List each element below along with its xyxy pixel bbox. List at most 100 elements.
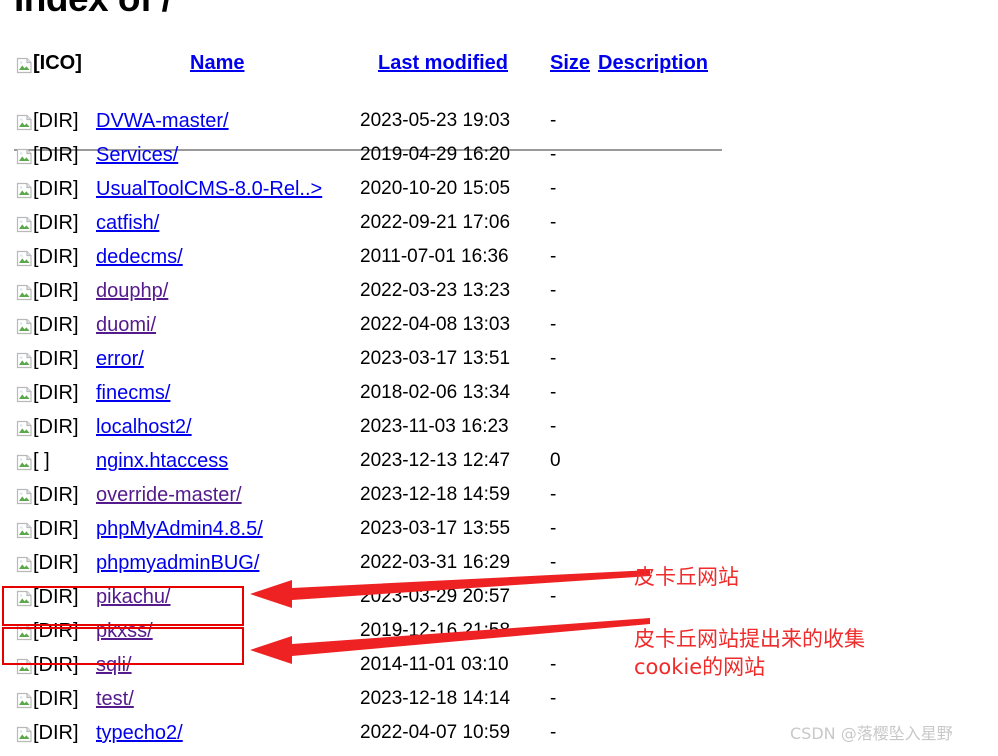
watermark: CSDN @落樱坠入星野 <box>790 724 953 743</box>
table-row: [DIR] dedecms/2011-07-01 16:36 - <box>0 246 998 280</box>
broken-image-icon <box>16 114 33 131</box>
broken-image-icon <box>16 284 33 301</box>
table-row: [DIR] DVWA-master/2023-05-23 19:03 - <box>0 110 998 144</box>
broken-image-icon <box>16 216 33 233</box>
directory-link[interactable]: UsualToolCMS-8.0-Rel..> <box>96 178 322 200</box>
broken-image-icon <box>16 420 33 437</box>
directory-link[interactable]: typecho2/ <box>96 722 183 744</box>
row-size: - <box>550 212 557 233</box>
row-name-cell: sqli/ <box>96 654 132 677</box>
row-last-modified: 2020-10-20 15:05 <box>360 178 511 199</box>
directory-link[interactable]: override-master/ <box>96 484 242 506</box>
table-row: [ ] nginx.htaccess 2023-12-13 12:47 0 <box>0 450 998 484</box>
directory-listing-table: [ICO] Name Last modified Size Descriptio… <box>0 52 998 744</box>
directory-link[interactable]: Services/ <box>96 144 178 166</box>
row-type-flag: [DIR] <box>33 484 79 506</box>
column-header-description[interactable]: Description <box>598 52 708 75</box>
row-type-flag: [DIR] <box>33 552 79 574</box>
directory-link[interactable]: douphp/ <box>96 280 168 302</box>
row-last-modified: 2023-03-29 20:57 <box>360 586 511 607</box>
row-size: - <box>550 518 557 539</box>
header-icon-label: [ICO] <box>33 52 82 74</box>
row-name-cell: duomi/ <box>96 314 156 337</box>
row-name-cell: dedecms/ <box>96 246 183 269</box>
directory-link[interactable]: pkxss/ <box>96 620 153 642</box>
directory-link[interactable]: phpmyadminBUG/ <box>96 552 259 574</box>
row-type-flag: [DIR] <box>33 586 79 608</box>
row-last-modified: 2023-12-18 14:59 <box>360 484 511 505</box>
directory-link[interactable]: error/ <box>96 348 144 370</box>
row-type-flag: [ ] <box>33 450 50 472</box>
table-row: [DIR] catfish/2022-09-21 17:06 - <box>0 212 998 246</box>
directory-link[interactable]: DVWA-master/ <box>96 110 229 132</box>
column-header-name[interactable]: Name <box>190 52 244 75</box>
directory-link[interactable]: catfish/ <box>96 212 159 234</box>
row-size: - <box>550 144 557 165</box>
row-type-flag: [DIR] <box>33 314 79 336</box>
row-size: - <box>550 688 557 709</box>
row-last-modified: 2023-05-23 19:03 <box>360 110 511 131</box>
row-size: - <box>550 654 557 675</box>
row-name-cell: phpmyadminBUG/ <box>96 552 259 575</box>
row-name-cell: douphp/ <box>96 280 168 303</box>
row-type-flag: [DIR] <box>33 654 79 676</box>
table-row: [DIR] Services/2019-04-29 16:20 - <box>0 144 998 178</box>
row-last-modified: 2011-07-01 16:36 <box>360 246 509 267</box>
directory-link[interactable]: phpMyAdmin4.8.5/ <box>96 518 263 540</box>
row-name-cell: typecho2/ <box>96 722 183 745</box>
directory-link[interactable]: sqli/ <box>96 654 132 676</box>
row-size: - <box>550 586 557 607</box>
row-size: - <box>550 552 557 573</box>
page-title: Index of / <box>14 0 172 20</box>
table-row: [DIR] override-master/2023-12-18 14:59 - <box>0 484 998 518</box>
table-row: [DIR] phpMyAdmin4.8.5/2023-03-17 13:55 - <box>0 518 998 552</box>
directory-link[interactable]: pikachu/ <box>96 586 171 608</box>
row-last-modified: 2023-03-17 13:55 <box>360 518 511 539</box>
row-type-flag: [DIR] <box>33 144 79 166</box>
table-row: [DIR] localhost2/2023-11-03 16:23 - <box>0 416 998 450</box>
row-type-flag: [DIR] <box>33 688 79 710</box>
directory-link[interactable]: test/ <box>96 688 134 710</box>
row-last-modified: 2022-04-08 13:03 <box>360 314 511 335</box>
column-header-last-modified[interactable]: Last modified <box>378 52 508 75</box>
broken-image-icon <box>16 386 33 403</box>
row-last-modified: 2022-04-07 10:59 <box>360 722 511 743</box>
broken-image-icon <box>16 454 33 471</box>
column-header-size[interactable]: Size <box>550 52 590 75</box>
broken-image-icon <box>16 522 33 539</box>
table-header-row: [ICO] Name Last modified Size Descriptio… <box>0 52 998 88</box>
directory-link[interactable]: duomi/ <box>96 314 156 336</box>
broken-image-icon <box>16 488 33 505</box>
broken-image-icon <box>16 148 33 165</box>
row-size: - <box>550 348 557 369</box>
annotation-text-pkxss: 皮卡丘网站提出来的收集 cookie的网站 <box>634 627 865 679</box>
row-name-cell: localhost2/ <box>96 416 192 439</box>
row-name-cell: UsualToolCMS-8.0-Rel..> <box>96 178 322 201</box>
directory-link[interactable]: finecms/ <box>96 382 170 404</box>
row-size: - <box>550 280 557 301</box>
broken-image-icon <box>16 556 33 573</box>
row-name-cell: error/ <box>96 348 144 371</box>
row-type-flag: [DIR] <box>33 382 79 404</box>
directory-link[interactable]: dedecms/ <box>96 246 183 268</box>
row-type-flag: [DIR] <box>33 722 79 744</box>
row-type-flag: [DIR] <box>33 518 79 540</box>
row-size: - <box>550 416 557 437</box>
row-last-modified: 2022-09-21 17:06 <box>360 212 511 233</box>
row-type-flag: [DIR] <box>33 348 79 370</box>
directory-link[interactable]: nginx.htaccess <box>96 450 228 472</box>
directory-link[interactable]: localhost2/ <box>96 416 192 438</box>
row-name-cell: phpMyAdmin4.8.5/ <box>96 518 263 541</box>
row-last-modified: 2023-12-18 14:14 <box>360 688 511 709</box>
row-name-cell: DVWA-master/ <box>96 110 229 133</box>
broken-image-icon <box>16 624 33 641</box>
broken-image-icon <box>16 250 33 267</box>
table-row: [DIR] finecms/2018-02-06 13:34 - <box>0 382 998 416</box>
row-name-cell: pikachu/ <box>96 586 171 609</box>
row-name-cell: nginx.htaccess <box>96 450 228 473</box>
row-size: - <box>550 620 557 641</box>
row-size: - <box>550 484 557 505</box>
table-row: [DIR] douphp/2022-03-23 13:23 - <box>0 280 998 314</box>
table-row: [DIR] duomi/2022-04-08 13:03 - <box>0 314 998 348</box>
row-size: - <box>550 314 557 335</box>
